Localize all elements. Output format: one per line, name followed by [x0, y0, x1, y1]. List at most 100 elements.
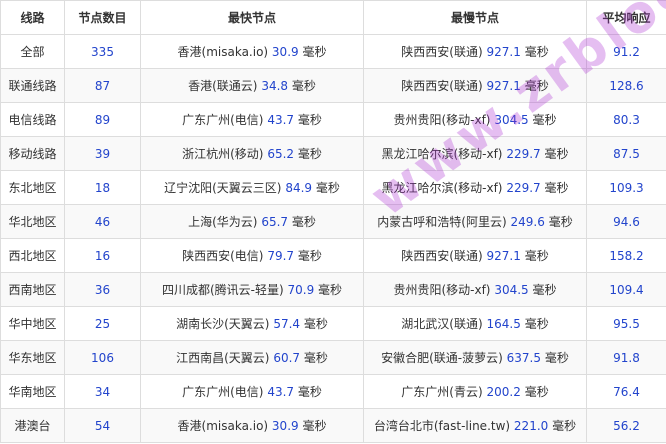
- fastest-cell: 浙江杭州(移动) 65.2 毫秒: [140, 136, 364, 171]
- table-row: 全部 335 香港(misaka.io) 30.9 毫秒 陕西西安(联通) 927.1…: [0, 34, 666, 69]
- slowest-node-name: 内蒙古呼和浩特(阿里云): [377, 215, 507, 229]
- fastest-ms: 57.4: [273, 317, 301, 331]
- slowest-ms: 221.0: [513, 419, 549, 433]
- fastest-cell: 江西南昌(天翼云) 60.7 毫秒: [140, 340, 364, 375]
- node-count: 89: [94, 112, 111, 127]
- table-row: 东北地区 18 辽宁沈阳(天翼云三区) 84.9 毫秒 黑龙江哈尔滨(移动-xf) 2…: [0, 170, 666, 205]
- count-cell: 18: [64, 170, 141, 205]
- unit-label: 毫秒: [291, 215, 316, 229]
- unit-label: 毫秒: [318, 283, 343, 297]
- avg-ms: 56.2: [613, 418, 640, 433]
- route-name: 华南地区: [8, 385, 57, 399]
- count-cell: 335: [64, 34, 141, 69]
- avg-cell: 109.3: [586, 170, 666, 205]
- slowest-cell: 黑龙江哈尔滨(移动-xf) 229.7 毫秒: [363, 136, 587, 171]
- avg-cell: 56.2: [586, 408, 666, 443]
- route-cell: 港澳台: [0, 408, 65, 443]
- slowest-ms: 927.1: [486, 45, 521, 59]
- table-row: 华东地区 106 江西南昌(天翼云) 60.7 毫秒 安徽合肥(联通-菠萝云) 637…: [0, 340, 666, 375]
- table-row: 西北地区 16 陕西西安(电信) 79.7 毫秒 陕西西安(联通) 927.1 毫秒 1…: [0, 238, 666, 273]
- fastest-cell: 广东广州(电信) 43.7 毫秒: [140, 102, 364, 137]
- unit-label: 毫秒: [548, 215, 573, 229]
- node-count: 36: [94, 282, 111, 297]
- slowest-node-name: 陕西西安(联通): [401, 249, 483, 263]
- avg-cell: 91.8: [586, 340, 666, 375]
- slowest-ms: 229.7: [506, 147, 541, 161]
- fastest-node-name: 香港(联通云): [188, 79, 258, 93]
- fastest-ms: 79.7: [267, 249, 295, 263]
- fastest-node-name: 香港(misaka.io): [177, 419, 269, 433]
- slowest-ms: 304.5: [494, 113, 529, 127]
- unit-label: 毫秒: [302, 419, 327, 433]
- table-row: 联通线路 87 香港(联通云) 34.8 毫秒 陕西西安(联通) 927.1 毫秒 12…: [0, 68, 666, 103]
- route-name: 东北地区: [8, 181, 57, 195]
- fastest-node-name: 香港(misaka.io): [177, 45, 269, 59]
- header-avg: 平均响应: [586, 0, 666, 35]
- node-stats-table: 线路 节点数目 最快节点 最慢节点 平均响应 全部 335 香港(misaka.io…: [0, 0, 666, 443]
- avg-cell: 95.5: [586, 306, 666, 341]
- slowest-cell: 贵州贵阳(移动-xf) 304.5 毫秒: [363, 272, 587, 307]
- count-cell: 54: [64, 408, 141, 443]
- route-cell: 西北地区: [0, 238, 65, 273]
- unit-label: 毫秒: [524, 79, 549, 93]
- table-row: 华北地区 46 上海(华为云) 65.7 毫秒 内蒙古呼和浩特(阿里云) 249.6 …: [0, 204, 666, 239]
- slowest-node-name: 黑龙江哈尔滨(移动-xf): [381, 181, 503, 195]
- fastest-node-name: 江西南昌(天翼云): [176, 351, 270, 365]
- slowest-cell: 陕西西安(联通) 927.1 毫秒: [363, 238, 587, 273]
- slowest-cell: 安徽合肥(联通-菠萝云) 637.5 毫秒: [363, 340, 587, 375]
- slowest-cell: 台湾台北市(fast-line.tw) 221.0 毫秒: [363, 408, 587, 443]
- table-row: 电信线路 89 广东广州(电信) 43.7 毫秒 贵州贵阳(移动-xf) 304.5 …: [0, 102, 666, 137]
- count-cell: 25: [64, 306, 141, 341]
- table-row: 港澳台 54 香港(misaka.io) 30.9 毫秒 台湾台北市(fast-lin…: [0, 408, 666, 443]
- count-cell: 106: [64, 340, 141, 375]
- slowest-node-name: 贵州贵阳(移动-xf): [393, 283, 491, 297]
- route-name: 西北地区: [8, 249, 57, 263]
- slowest-node-name: 陕西西安(联通): [401, 45, 483, 59]
- slowest-ms: 249.6: [510, 215, 545, 229]
- fastest-node-name: 陕西西安(电信): [182, 249, 264, 263]
- avg-ms: 87.5: [613, 146, 640, 161]
- fastest-ms: 65.7: [261, 215, 289, 229]
- unit-label: 毫秒: [544, 147, 569, 161]
- slowest-node-name: 黑龙江哈尔滨(移动-xf): [381, 147, 503, 161]
- route-name: 港澳台: [14, 419, 51, 433]
- avg-ms: 91.2: [613, 44, 640, 59]
- avg-ms: 94.6: [613, 214, 640, 229]
- unit-label: 毫秒: [524, 249, 549, 263]
- avg-ms: 91.8: [613, 350, 640, 365]
- fastest-ms: 43.7: [267, 113, 295, 127]
- route-cell: 华北地区: [0, 204, 65, 239]
- fastest-node-name: 湖南长沙(天翼云): [176, 317, 270, 331]
- avg-ms: 158.2: [609, 248, 644, 263]
- node-count: 39: [94, 146, 111, 161]
- table-row: 华中地区 25 湖南长沙(天翼云) 57.4 毫秒 湖北武汉(联通) 164.5 毫秒…: [0, 306, 666, 341]
- table-row: 西南地区 36 四川成都(腾讯云-轻量) 70.9 毫秒 贵州贵阳(移动-xf) 30…: [0, 272, 666, 307]
- avg-cell: 76.4: [586, 374, 666, 409]
- avg-ms: 76.4: [613, 384, 640, 399]
- avg-ms: 95.5: [613, 316, 640, 331]
- slowest-cell: 贵州贵阳(移动-xf) 304.5 毫秒: [363, 102, 587, 137]
- slowest-cell: 陕西西安(联通) 927.1 毫秒: [363, 68, 587, 103]
- count-cell: 39: [64, 136, 141, 171]
- unit-label: 毫秒: [302, 45, 327, 59]
- slowest-cell: 湖北武汉(联通) 164.5 毫秒: [363, 306, 587, 341]
- route-cell: 东北地区: [0, 170, 65, 205]
- count-cell: 87: [64, 68, 141, 103]
- slowest-ms: 164.5: [486, 317, 521, 331]
- route-cell: 移动线路: [0, 136, 65, 171]
- route-cell: 联通线路: [0, 68, 65, 103]
- slowest-ms: 927.1: [486, 249, 521, 263]
- count-cell: 34: [64, 374, 141, 409]
- unit-label: 毫秒: [303, 351, 328, 365]
- fastest-ms: 70.9: [287, 283, 315, 297]
- slowest-ms: 927.1: [486, 79, 521, 93]
- avg-cell: 91.2: [586, 34, 666, 69]
- node-count: 87: [94, 78, 111, 93]
- slowest-ms: 304.5: [494, 283, 529, 297]
- count-cell: 89: [64, 102, 141, 137]
- slowest-ms: 229.7: [506, 181, 541, 195]
- count-cell: 16: [64, 238, 141, 273]
- fastest-ms: 65.2: [267, 147, 295, 161]
- fastest-cell: 湖南长沙(天翼云) 57.4 毫秒: [140, 306, 364, 341]
- slowest-ms: 200.2: [486, 385, 521, 399]
